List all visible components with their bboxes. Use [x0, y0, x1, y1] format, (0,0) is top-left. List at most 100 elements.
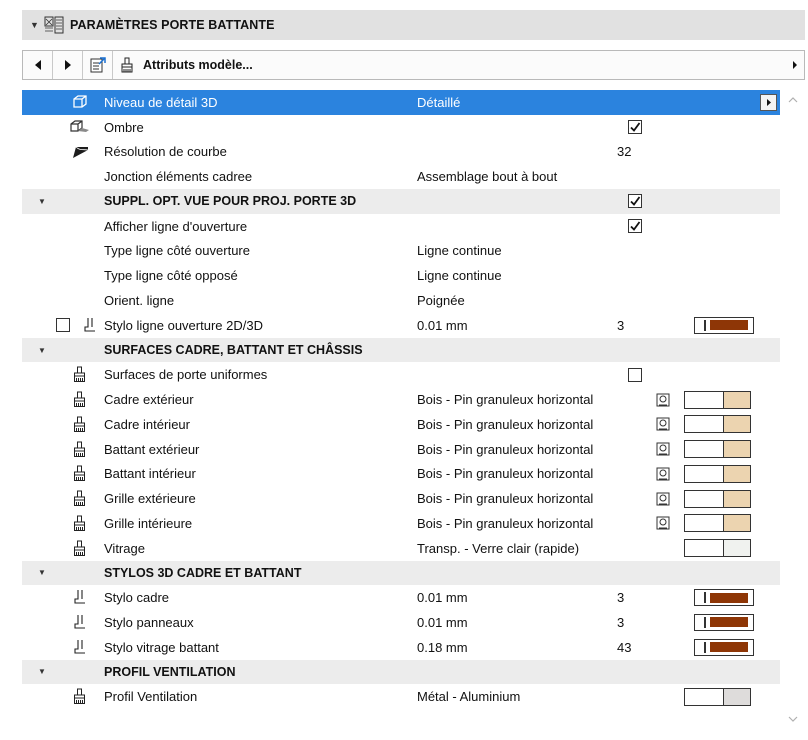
section-header-row[interactable]: ▼ STYLOS 3D CADRE ET BATTANT — [22, 560, 780, 586]
parameter-value[interactable]: Assemblage bout à bout — [417, 164, 557, 189]
model-attributes-button[interactable]: Attributs modèle... — [113, 51, 259, 79]
parameter-name: Ombre — [104, 119, 144, 135]
parameter-value[interactable]: Bois - Pin granuleux horizontal — [417, 511, 593, 536]
parameter-row[interactable]: Niveau de détail 3D Détaillé — [22, 90, 780, 115]
material-picker-icon[interactable] — [656, 387, 670, 412]
parameter-row[interactable]: Stylo cadre 0.01 mm 3 — [22, 585, 780, 610]
pen-color-swatch[interactable] — [694, 313, 754, 338]
material-picker-icon[interactable] — [656, 486, 670, 511]
material-swatch[interactable] — [684, 536, 751, 561]
parameter-row[interactable]: Cadre intérieur Bois - Pin granuleux hori… — [22, 412, 780, 437]
material-swatch[interactable] — [684, 511, 751, 536]
pen-number[interactable]: 3 — [617, 585, 624, 610]
export-parameters-button[interactable] — [83, 51, 113, 79]
parameter-value[interactable]: Transp. - Verre clair (rapide) — [417, 536, 579, 561]
parameter-value[interactable]: Poignée — [417, 288, 465, 313]
parameter-row[interactable]: Stylo panneaux 0.01 mm 3 — [22, 610, 780, 635]
option-checkbox[interactable] — [628, 115, 642, 140]
previous-button[interactable] — [23, 51, 53, 79]
pen-number[interactable]: 43 — [617, 635, 631, 660]
parameter-value[interactable]: 0.18 mm — [417, 635, 468, 660]
parameter-value[interactable]: Ligne continue — [417, 263, 502, 288]
parameter-name: Profil Ventilation — [104, 689, 198, 705]
option-checkbox[interactable] — [628, 214, 642, 239]
parameter-value[interactable]: 0.01 mm — [417, 585, 468, 610]
option-checkbox[interactable] — [628, 362, 642, 387]
material-picker-icon[interactable] — [656, 412, 670, 437]
parameter-value[interactable]: Ligne continue — [417, 239, 502, 264]
pen-number[interactable]: 3 — [617, 610, 624, 635]
pen-color-swatch[interactable] — [694, 635, 754, 660]
parameter-row[interactable]: Orient. ligne Poignée — [22, 288, 780, 313]
parameter-value[interactable]: Métal - Aluminium — [417, 684, 520, 709]
section-header-row[interactable]: ▼ PROFIL VENTILATION — [22, 659, 780, 685]
parameter-row[interactable]: Battant extérieur Bois - Pin granuleux ho… — [22, 437, 780, 462]
section-header-row[interactable]: ▼ SUPPL. OPT. VUE POUR PROJ. PORTE 3D — [22, 189, 780, 214]
parameter-row[interactable]: Vitrage Transp. - Verre clair (rapide) — [22, 536, 780, 561]
material-swatch[interactable] — [684, 486, 751, 511]
parameter-row[interactable]: Grille intérieure Bois - Pin granuleux ho… — [22, 511, 780, 536]
section-toggle-icon[interactable]: ▼ — [22, 660, 62, 685]
section-toggle-icon[interactable]: ▼ — [22, 338, 62, 363]
surface-brush-icon — [50, 486, 110, 511]
surface-brush-icon — [50, 387, 110, 412]
parameter-row[interactable]: Type ligne côté opposé Ligne continue — [22, 263, 780, 288]
parameter-list: Niveau de détail 3D Détaillé Ombre Résoluti… — [22, 90, 780, 709]
parameter-row[interactable]: Résolution de courbe 32 — [22, 140, 780, 165]
parameter-row[interactable]: Ombre — [22, 115, 780, 140]
parameter-value[interactable]: Détaillé — [417, 90, 460, 115]
parameter-row[interactable]: Jonction éléments cadree Assemblage bout … — [22, 164, 780, 189]
toolbar-overflow-button[interactable] — [786, 60, 804, 70]
parameter-value[interactable]: 0.01 mm — [417, 610, 468, 635]
parameter-row[interactable]: Afficher ligne d'ouverture — [22, 214, 780, 239]
surface-brush-icon — [50, 362, 110, 387]
chevron-up-icon — [788, 97, 798, 103]
parameter-row[interactable]: Surfaces de porte uniformes — [22, 362, 780, 387]
parameter-name: Stylo ligne ouverture 2D/3D — [104, 317, 263, 333]
material-swatch[interactable] — [684, 461, 751, 486]
parameter-row[interactable]: Battant intérieur Bois - Pin granuleux ho… — [22, 461, 780, 486]
parameter-name: STYLOS 3D CADRE ET BATTANT — [104, 565, 302, 580]
pen-number[interactable]: 3 — [617, 313, 624, 338]
parameter-name: Niveau de détail 3D — [104, 94, 218, 110]
parameter-value[interactable]: Bois - Pin granuleux horizontal — [417, 461, 593, 486]
surface-brush-icon — [50, 536, 110, 561]
parameter-name: Battant extérieur — [104, 441, 200, 457]
material-picker-icon[interactable] — [656, 437, 670, 462]
pen-icon — [50, 610, 110, 635]
parameter-name: Cadre intérieur — [104, 416, 190, 432]
arrow-left-icon — [34, 60, 41, 70]
section-toggle-icon[interactable]: ▼ — [22, 561, 62, 586]
parameter-row[interactable]: Stylo ligne ouverture 2D/3D 0.01 mm 3 — [22, 313, 780, 338]
parameter-value[interactable]: Bois - Pin granuleux horizontal — [417, 387, 593, 412]
material-swatch[interactable] — [684, 437, 751, 462]
parameter-name: PROFIL VENTILATION — [104, 664, 236, 679]
numeric-value[interactable]: 32 — [617, 140, 631, 165]
pen-color-swatch[interactable] — [694, 585, 754, 610]
scroll-down-button[interactable] — [787, 713, 799, 725]
panel-header[interactable]: ▼ PARAMÈTRES PORTE BATTANTE — [22, 10, 805, 40]
material-swatch[interactable] — [684, 412, 751, 437]
option-checkbox[interactable] — [628, 189, 642, 214]
section-toggle-icon[interactable]: ▼ — [22, 189, 62, 214]
parameter-row[interactable]: Profil Ventilation Métal - Aluminium — [22, 684, 780, 709]
dropdown-button[interactable] — [760, 93, 777, 111]
material-picker-icon[interactable] — [656, 511, 670, 536]
parameter-value[interactable]: Bois - Pin granuleux horizontal — [417, 486, 593, 511]
parameter-row[interactable]: Cadre extérieur Bois - Pin granuleux hori… — [22, 387, 780, 412]
material-swatch[interactable] — [684, 387, 751, 412]
parameter-value[interactable]: Bois - Pin granuleux horizontal — [417, 437, 593, 462]
scroll-up-button[interactable] — [787, 94, 799, 106]
material-swatch[interactable] — [684, 684, 751, 709]
collapse-triangle-icon[interactable]: ▼ — [30, 20, 39, 30]
next-button[interactable] — [53, 51, 83, 79]
parameter-value[interactable]: 0.01 mm — [417, 313, 468, 338]
parameter-row[interactable]: Type ligne côté ouverture Ligne continue — [22, 239, 780, 264]
parameter-row[interactable]: Grille extérieure Bois - Pin granuleux ho… — [22, 486, 780, 511]
pen-color-swatch[interactable] — [694, 610, 754, 635]
material-picker-icon[interactable] — [656, 461, 670, 486]
parameter-row[interactable]: Stylo vitrage battant 0.18 mm 43 — [22, 635, 780, 660]
pen-icon — [50, 635, 110, 660]
section-header-row[interactable]: ▼ SURFACES CADRE, BATTANT ET CHÂSSIS — [22, 337, 780, 363]
parameter-value[interactable]: Bois - Pin granuleux horizontal — [417, 412, 593, 437]
